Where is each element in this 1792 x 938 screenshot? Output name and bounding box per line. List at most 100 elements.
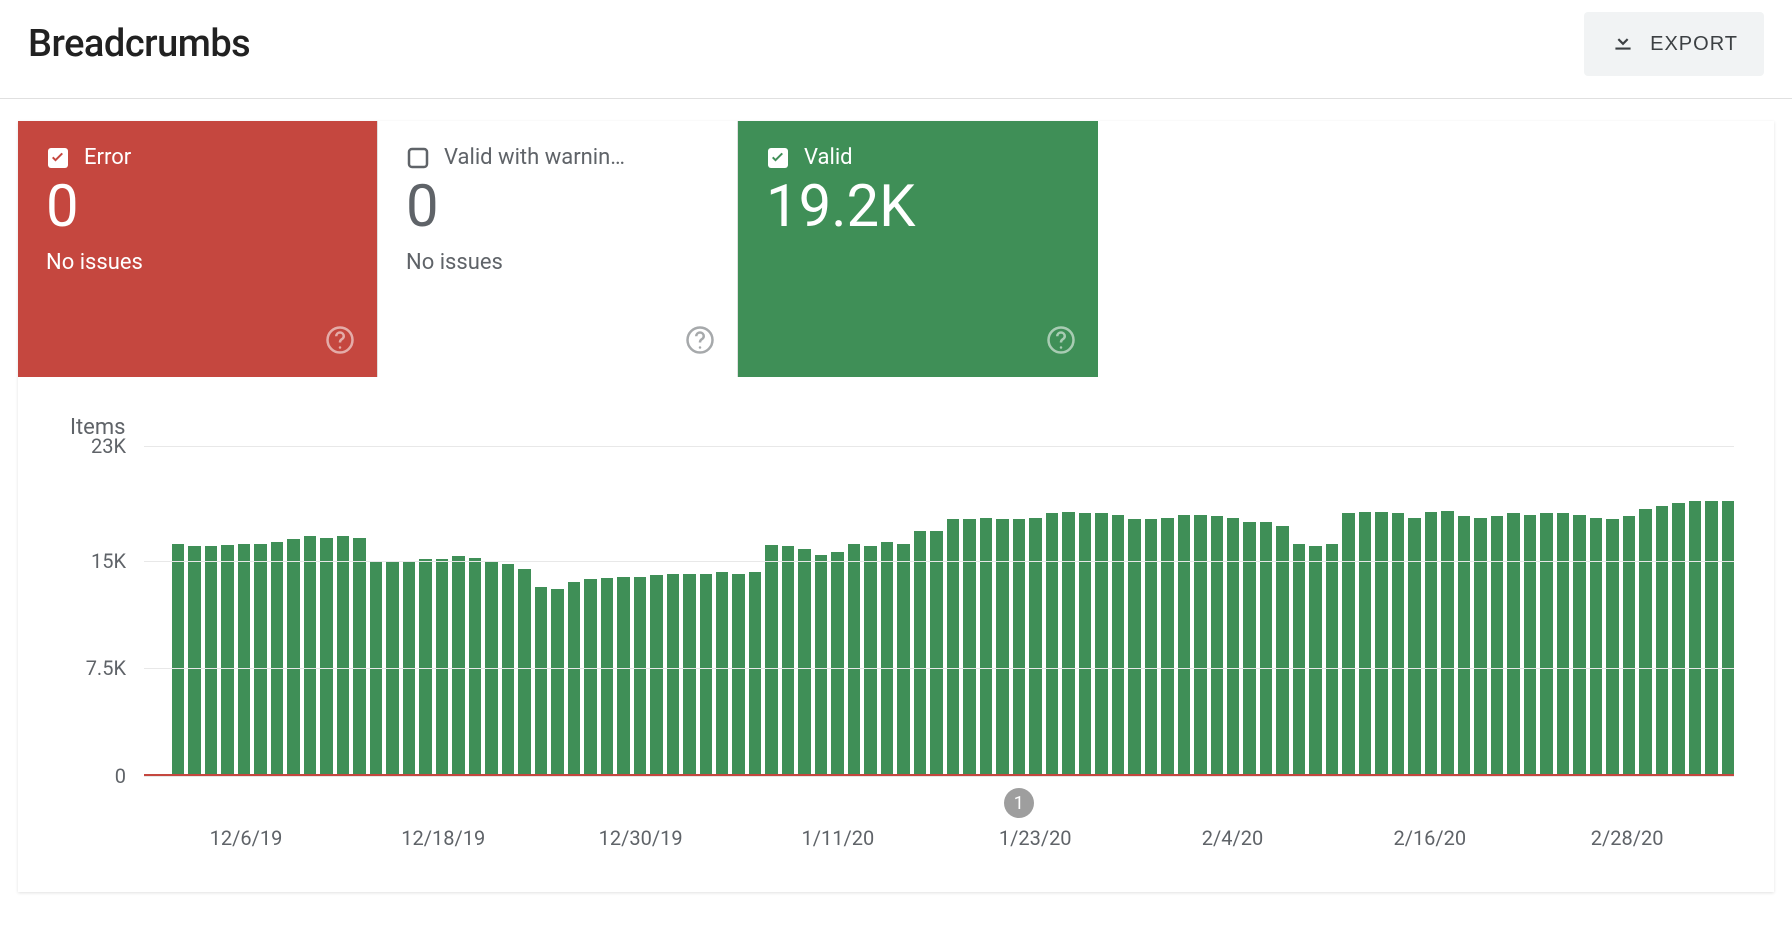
help-icon[interactable] bbox=[1046, 325, 1076, 359]
status-card-valid[interactable]: Valid 19.2K bbox=[738, 121, 1098, 377]
help-icon[interactable] bbox=[325, 325, 355, 359]
checkbox-unchecked-icon bbox=[406, 146, 430, 170]
chart-bar bbox=[1557, 513, 1569, 776]
chart-bar bbox=[1145, 519, 1157, 776]
chart-bar bbox=[452, 556, 464, 776]
chart-bar bbox=[1161, 518, 1173, 776]
chart-bar bbox=[667, 574, 679, 776]
x-tick: 12/6/19 bbox=[210, 826, 283, 850]
chart-bar bbox=[749, 572, 761, 776]
chart-bar bbox=[1458, 516, 1470, 776]
chart-bar bbox=[1540, 513, 1552, 776]
chart-bar bbox=[765, 545, 777, 776]
x-tick: 2/16/20 bbox=[1393, 826, 1466, 850]
chart-bar bbox=[1705, 501, 1717, 776]
chart-bar bbox=[1128, 519, 1140, 776]
chart-bar bbox=[205, 546, 217, 776]
chart-bar bbox=[1656, 506, 1668, 776]
chart-bar bbox=[1573, 515, 1585, 776]
chart-bar bbox=[700, 574, 712, 776]
status-card-warning[interactable]: Valid with warnin… 0 No issues bbox=[378, 121, 738, 377]
chart-bar bbox=[1359, 512, 1371, 776]
card-label: Valid bbox=[804, 145, 853, 170]
card-label: Error bbox=[84, 145, 131, 170]
status-card-error[interactable]: Error 0 No issues bbox=[18, 121, 378, 377]
card-subtext: No issues bbox=[46, 250, 349, 275]
x-tick: 2/28/20 bbox=[1591, 826, 1664, 850]
chart-bar bbox=[1524, 515, 1536, 776]
chart-bar bbox=[914, 531, 926, 776]
chart-bar bbox=[1342, 513, 1354, 776]
chart-bar bbox=[963, 519, 975, 776]
chart-bar bbox=[683, 574, 695, 776]
chart-title: Items bbox=[70, 415, 1744, 440]
card-count: 0 bbox=[406, 176, 709, 240]
chart-bar bbox=[864, 546, 876, 776]
chart-marker[interactable]: 1 bbox=[1004, 788, 1034, 818]
y-tick: 0 bbox=[48, 764, 126, 788]
chart-bar bbox=[815, 555, 827, 776]
chart-bar bbox=[1095, 513, 1107, 776]
chart-bar bbox=[1062, 512, 1074, 776]
chart-bar bbox=[732, 574, 744, 776]
y-tick: 23K bbox=[48, 434, 126, 458]
chart-bar bbox=[1639, 509, 1651, 776]
chart-bar bbox=[1013, 519, 1025, 776]
chart-bar bbox=[1309, 546, 1321, 776]
chart-bar bbox=[1293, 544, 1305, 776]
chart-bar bbox=[947, 519, 959, 776]
checkbox-checked-icon bbox=[46, 146, 70, 170]
export-button[interactable]: EXPORT bbox=[1584, 12, 1764, 76]
chart-bar bbox=[1029, 518, 1041, 776]
chart-bar bbox=[634, 577, 646, 776]
chart-bar bbox=[1590, 518, 1602, 776]
chart-bar bbox=[287, 539, 299, 776]
chart-bar bbox=[996, 519, 1008, 776]
chart-bar bbox=[551, 589, 563, 776]
x-tick: 1/11/20 bbox=[802, 826, 875, 850]
page-title: Breadcrumbs bbox=[28, 22, 250, 66]
chart-bar bbox=[601, 578, 613, 776]
chart-bar bbox=[980, 518, 992, 776]
chart-bar bbox=[930, 531, 942, 776]
export-label: EXPORT bbox=[1650, 33, 1738, 56]
x-tick: 2/4/20 bbox=[1202, 826, 1263, 850]
checkbox-checked-icon bbox=[766, 146, 790, 170]
y-tick: 7.5K bbox=[48, 656, 126, 680]
chart-bar bbox=[650, 575, 662, 776]
chart-bar bbox=[897, 544, 909, 776]
chart-bar bbox=[1178, 515, 1190, 776]
chart-bar bbox=[798, 549, 810, 776]
chart-bar bbox=[1276, 526, 1288, 776]
chart-bar bbox=[469, 558, 481, 776]
y-tick: 15K bbox=[48, 549, 126, 573]
chart-bar bbox=[188, 546, 200, 776]
chart-bar bbox=[1689, 501, 1701, 776]
chart-bar bbox=[1672, 503, 1684, 776]
chart-bar bbox=[1722, 501, 1734, 776]
download-icon bbox=[1610, 28, 1636, 60]
chart-bar bbox=[1606, 519, 1618, 776]
chart-bar bbox=[353, 538, 365, 776]
chart-bar bbox=[1112, 515, 1124, 776]
chart-bar bbox=[584, 579, 596, 776]
chart-bar bbox=[1474, 518, 1486, 776]
card-count: 0 bbox=[46, 176, 349, 240]
chart-bar bbox=[1392, 513, 1404, 776]
help-icon[interactable] bbox=[685, 325, 715, 359]
chart-bar bbox=[848, 544, 860, 776]
chart-bar bbox=[1375, 512, 1387, 776]
chart-bar bbox=[1194, 515, 1206, 776]
chart-bar bbox=[518, 569, 530, 776]
chart-bar bbox=[1507, 513, 1519, 776]
chart-bar bbox=[320, 538, 332, 776]
chart-bar bbox=[271, 542, 283, 776]
chart-bar bbox=[1326, 544, 1338, 776]
chart-bar bbox=[1623, 516, 1635, 776]
chart-bar bbox=[831, 552, 843, 776]
chart-bar bbox=[1408, 518, 1420, 776]
chart-bar bbox=[617, 577, 629, 776]
card-label: Valid with warnin… bbox=[444, 145, 625, 170]
chart-bar bbox=[1425, 512, 1437, 776]
x-tick: 12/30/19 bbox=[599, 826, 683, 850]
